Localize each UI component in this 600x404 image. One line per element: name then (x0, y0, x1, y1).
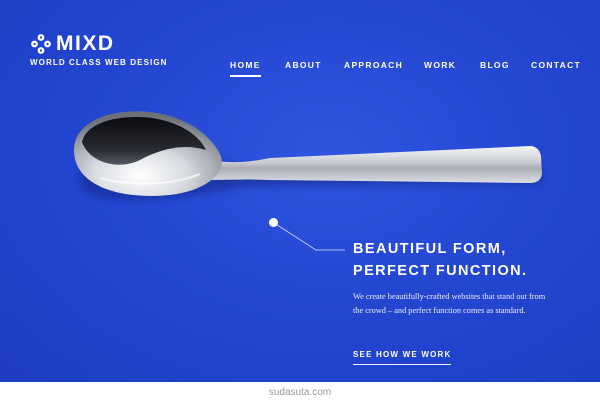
hero-headline: BEAUTIFUL FORM, PERFECT FUNCTION. (353, 238, 527, 282)
hero-body-text: We create beautifully-crafted websites t… (353, 292, 546, 315)
callout-line (273, 222, 345, 251)
hero-headline-line2: PERFECT FUNCTION. (353, 263, 528, 279)
hero-headline-line1: BEAUTIFUL FORM, (353, 241, 507, 257)
hero-section: MIXD WORLD CLASS WEB DESIGN HOME ABOUT A… (0, 0, 600, 382)
callout-dot (269, 218, 278, 227)
watermark-bar: sudasuta.com (0, 382, 600, 404)
see-how-we-work-link[interactable]: SEE HOW WE WORK (353, 350, 452, 365)
watermark-text: sudasuta.com (268, 387, 332, 398)
